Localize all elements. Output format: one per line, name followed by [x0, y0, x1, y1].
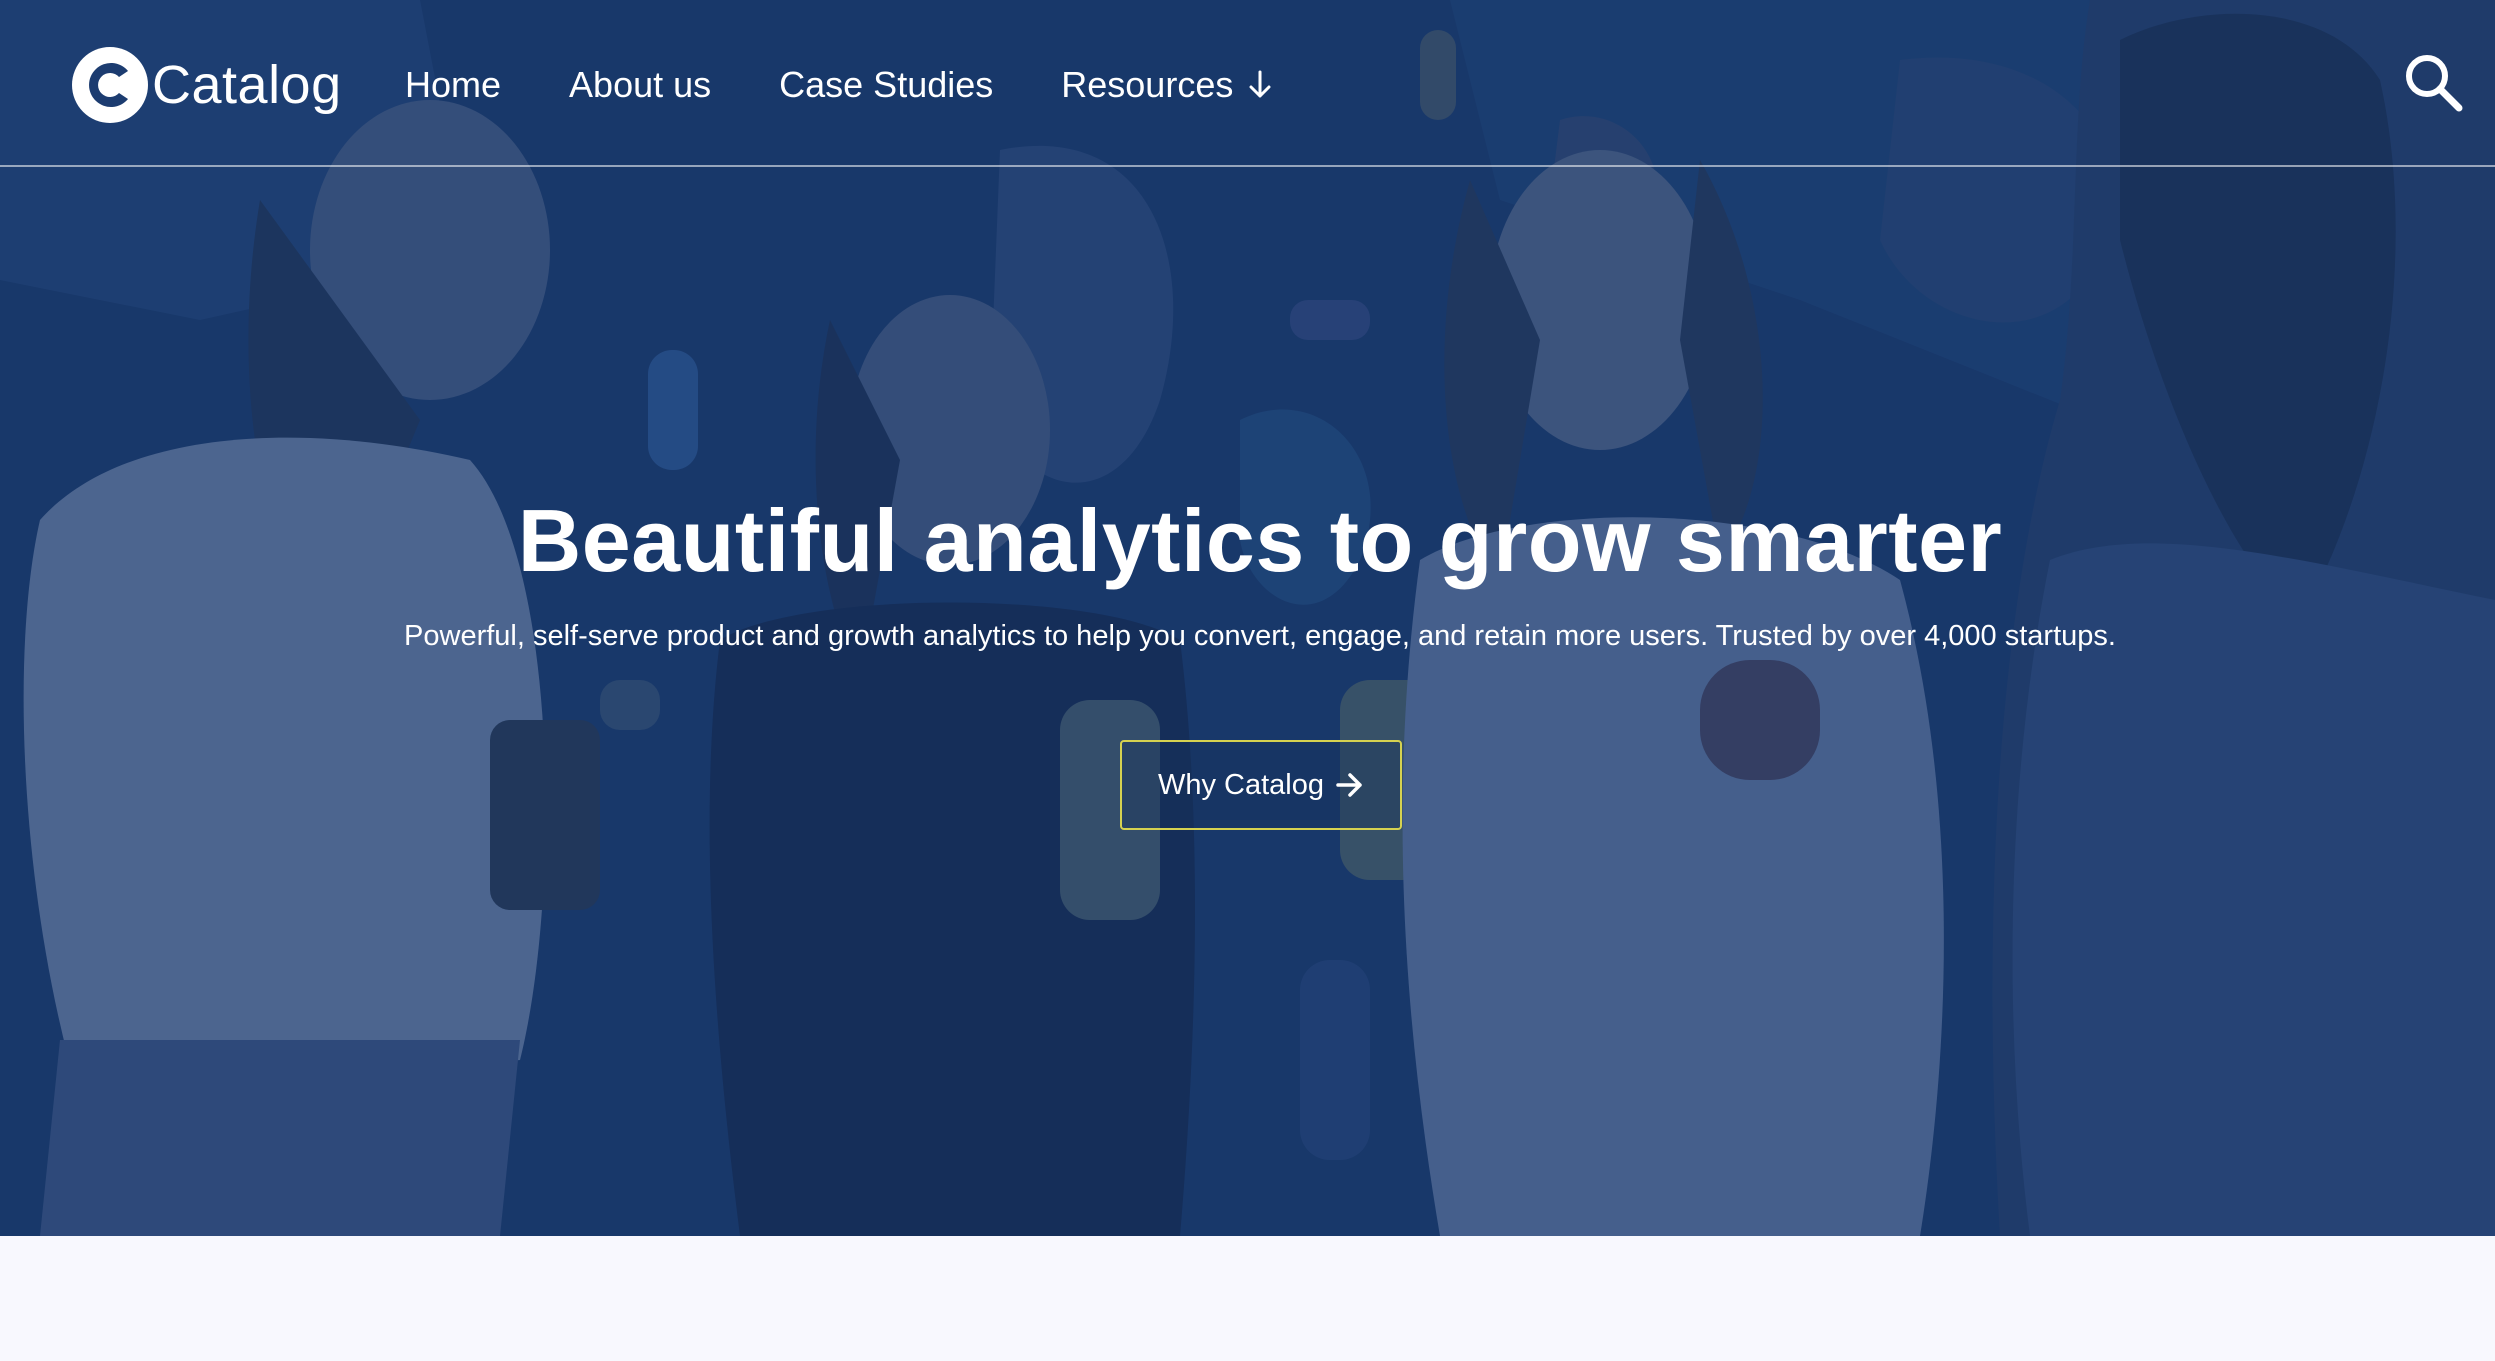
catalog-logo-icon: [72, 47, 148, 123]
nav-case-studies[interactable]: Case Studies: [779, 64, 993, 106]
hero-subtext: Powerful, self-serve product and growth …: [404, 620, 2116, 652]
top-navigation: Catalog Home About us Case Studies Resou…: [0, 0, 2495, 167]
brand-logo[interactable]: Catalog: [70, 42, 342, 128]
brand-name: Catalog: [152, 55, 342, 115]
nav-resources-label: Resources: [1061, 64, 1234, 105]
nav-home[interactable]: Home: [405, 64, 501, 106]
nav-resources[interactable]: Resources: [1061, 64, 1273, 106]
arrow-right-icon: [1336, 773, 1362, 797]
hero-headline: Beautiful analytics to grow smarter: [517, 491, 2003, 590]
search-icon[interactable]: [2401, 50, 2465, 114]
arrow-down-icon: [1249, 70, 1271, 98]
hero-overlay: [0, 0, 2495, 1236]
nav-about-us[interactable]: About us: [569, 64, 711, 106]
why-catalog-label: Why Catalog: [1157, 768, 1324, 801]
why-catalog-button[interactable]: Why Catalog: [1120, 740, 1402, 830]
nav-links: Home About us Case Studies Resources: [405, 55, 1341, 115]
hero-section: Catalog Home About us Case Studies Resou…: [0, 0, 2495, 1236]
below-hero-section: [0, 1236, 2495, 1361]
